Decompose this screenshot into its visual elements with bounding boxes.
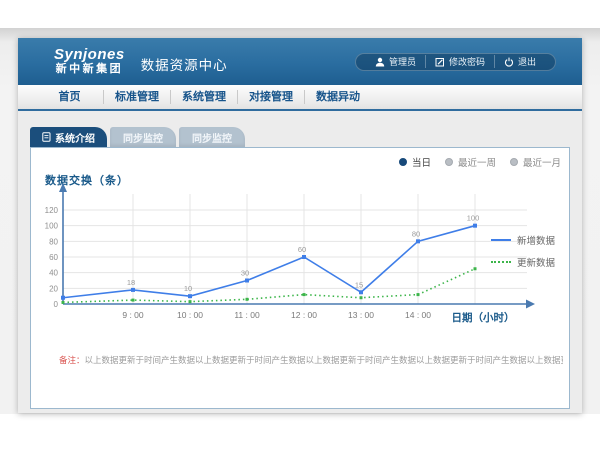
tab-sync-monitor-1[interactable]: 同步监控 bbox=[110, 127, 176, 147]
svg-text:日期（小时）: 日期（小时） bbox=[452, 311, 515, 324]
svg-text:80: 80 bbox=[49, 237, 58, 246]
line-chart: 0 20 40 60 80 100 120 9 : 00 10 : 00 11 : 00 12 : … bbox=[31, 148, 571, 408]
nav-item-home[interactable]: 首页 bbox=[36, 90, 103, 104]
svg-text:20: 20 bbox=[49, 284, 58, 293]
nav-item-connection-mgmt[interactable]: 对接管理 bbox=[237, 90, 304, 104]
svg-text:60: 60 bbox=[49, 253, 58, 262]
svg-text:14 : 00: 14 : 00 bbox=[405, 310, 431, 320]
legend-line-solid-icon bbox=[491, 239, 511, 241]
tab-label: 同步监控 bbox=[192, 130, 232, 145]
brand-logo-text: Synjones bbox=[54, 47, 125, 63]
document-icon bbox=[42, 132, 51, 142]
legend-label: 更新数据 bbox=[517, 255, 555, 269]
svg-text:11 : 00: 11 : 00 bbox=[234, 310, 260, 320]
brand-logo-subtext: 新中新集团 bbox=[54, 64, 125, 76]
footnote-text: 以上数据更新于时间产生数据以上数据更新于时间产生数据以上数据更新于时间产生数据以… bbox=[85, 355, 563, 365]
svg-text:120: 120 bbox=[45, 206, 59, 215]
nav-item-standard-mgmt[interactable]: 标准管理 bbox=[103, 90, 170, 104]
svg-text:100: 100 bbox=[467, 214, 480, 223]
svg-text:18: 18 bbox=[127, 278, 135, 287]
svg-text:10 : 00: 10 : 00 bbox=[177, 310, 203, 320]
tab-system-intro[interactable]: 系统介绍 bbox=[30, 127, 107, 147]
logout-button[interactable]: 退出 bbox=[494, 55, 545, 68]
svg-text:30: 30 bbox=[241, 269, 249, 278]
legend-label: 新增数据 bbox=[517, 233, 555, 247]
nav-item-system-mgmt[interactable]: 系统管理 bbox=[170, 90, 237, 104]
svg-text:15: 15 bbox=[355, 280, 363, 289]
footnote-label: 备注： bbox=[59, 355, 85, 365]
svg-text:0: 0 bbox=[54, 300, 59, 309]
user-icon bbox=[375, 57, 385, 67]
svg-text:80: 80 bbox=[412, 229, 420, 238]
user-name[interactable]: 管理员 bbox=[366, 55, 425, 68]
app-header: Synjones 新中新集团 数据资源中心 管理员 修改 bbox=[18, 38, 582, 85]
user-name-label: 管理员 bbox=[389, 55, 416, 68]
legend-line-dotted-icon bbox=[491, 261, 511, 263]
app-window: Synjones 新中新集团 数据资源中心 管理员 修改 bbox=[18, 38, 582, 413]
legend-item-update-data: 更新数据 bbox=[491, 255, 563, 269]
legend-item-new-data: 新增数据 bbox=[491, 233, 563, 247]
svg-text:60: 60 bbox=[298, 245, 306, 254]
content-area: 系统介绍 同步监控 同步监控 当日 最近一周 bbox=[18, 111, 582, 411]
brand-logo: Synjones 新中新集团 bbox=[54, 47, 125, 75]
svg-text:9 : 00: 9 : 00 bbox=[122, 310, 144, 320]
tab-label: 同步监控 bbox=[123, 130, 163, 145]
page: Synjones 新中新集团 数据资源中心 管理员 修改 bbox=[0, 0, 600, 450]
change-password-label: 修改密码 bbox=[449, 55, 485, 68]
svg-text:10: 10 bbox=[184, 284, 192, 293]
chart-legend: 新增数据 更新数据 bbox=[491, 233, 563, 269]
svg-text:40: 40 bbox=[49, 269, 58, 278]
power-icon bbox=[504, 57, 514, 67]
logout-label: 退出 bbox=[518, 55, 536, 68]
chart-panel: 当日 最近一周 最近一月 数据交换（条） 0204060801001209 : … bbox=[30, 147, 570, 409]
tab-bar: 系统介绍 同步监控 同步监控 bbox=[30, 127, 570, 147]
user-menu: 管理员 修改密码 退出 bbox=[355, 53, 556, 71]
tab-sync-monitor-2[interactable]: 同步监控 bbox=[179, 127, 245, 147]
tab-label: 系统介绍 bbox=[55, 130, 95, 145]
svg-text:100: 100 bbox=[45, 222, 59, 231]
change-password-button[interactable]: 修改密码 bbox=[425, 55, 494, 68]
main-nav: 首页 标准管理 系统管理 对接管理 数据异动 bbox=[18, 85, 582, 111]
page-title: 数据资源中心 bbox=[141, 50, 228, 74]
svg-text:13 : 00: 13 : 00 bbox=[348, 310, 374, 320]
svg-text:12 : 00: 12 : 00 bbox=[291, 310, 317, 320]
footnote: 备注：以上数据更新于时间产生数据以上数据更新于时间产生数据以上数据更新于时间产生… bbox=[59, 354, 563, 366]
nav-item-data-change[interactable]: 数据异动 bbox=[304, 90, 371, 104]
edit-icon bbox=[435, 57, 445, 67]
